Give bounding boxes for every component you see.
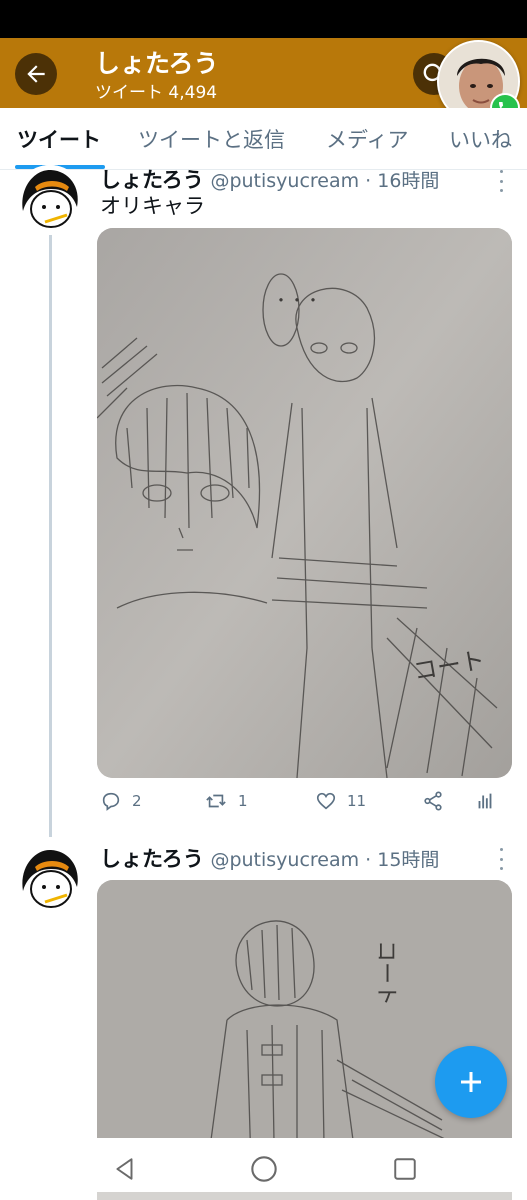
- status-bar: [0, 0, 527, 38]
- tweet-image[interactable]: ・・・ コート: [97, 228, 512, 778]
- back-button[interactable]: [15, 53, 57, 95]
- tab-tweets[interactable]: ツイート: [17, 124, 101, 154]
- nav-back-button[interactable]: [110, 1154, 140, 1184]
- tweet-count: ツイート 4,494: [95, 83, 218, 103]
- avatar[interactable]: [15, 845, 85, 915]
- sketch-dots-text: ・・・: [273, 291, 321, 310]
- more-options-icon[interactable]: [495, 170, 507, 192]
- tweet-actions: 2 1 11: [100, 790, 500, 820]
- profile-name: しょたろう: [95, 49, 219, 78]
- like-button[interactable]: 11: [315, 790, 366, 812]
- nav-recents-icon: [394, 1158, 416, 1180]
- tab-media[interactable]: メディア: [326, 124, 409, 154]
- arrow-left-icon: [27, 65, 45, 83]
- analytics-icon: [478, 793, 492, 809]
- share-icon: [424, 791, 442, 811]
- nav-home-button[interactable]: [249, 1154, 279, 1184]
- tweet-author-name[interactable]: しょたろう: [100, 847, 204, 871]
- reply-icon: [102, 792, 120, 811]
- profile-tabs: ツイート ツイートと返信 メディア いいね: [0, 108, 527, 170]
- tab-tweets-and-replies[interactable]: ツイートと返信: [138, 124, 285, 154]
- like-count: 11: [347, 792, 367, 810]
- nav-back-icon: [116, 1158, 133, 1180]
- retweet-button[interactable]: 1: [204, 790, 248, 812]
- tweet-text: オリキャラ: [100, 194, 205, 218]
- share-button[interactable]: [422, 790, 444, 812]
- retweet-icon: [206, 794, 226, 808]
- reply-button[interactable]: 2: [100, 790, 142, 812]
- plus-icon: [461, 1072, 481, 1092]
- tweet-header: しょたろう @putisyucream · 15時間: [100, 843, 439, 873]
- retweet-count: 1: [238, 792, 248, 810]
- system-nav-bar: [0, 1138, 527, 1200]
- image-peek-strip: [97, 1192, 512, 1200]
- tweet-handle-time: @putisyucream · 16時間: [210, 170, 440, 192]
- more-options-icon[interactable]: [495, 848, 507, 870]
- tab-likes[interactable]: いいね: [449, 124, 512, 154]
- avatar[interactable]: [15, 165, 85, 235]
- sketch-coat-text: コート: [373, 940, 398, 1006]
- compose-tweet-button[interactable]: [435, 1046, 507, 1118]
- nav-recents-button[interactable]: [390, 1154, 420, 1184]
- cartoon-avatar-icon: [15, 845, 85, 915]
- heart-icon: [316, 792, 336, 810]
- reply-count: 2: [132, 792, 142, 810]
- analytics-button[interactable]: [474, 790, 496, 812]
- cartoon-avatar-icon: [15, 165, 85, 235]
- tweet-handle-time: @putisyucream · 15時間: [210, 849, 440, 871]
- nav-home-icon: [251, 1156, 277, 1182]
- sketch-image: ・・・ コート: [97, 228, 512, 778]
- tweet-author-name[interactable]: しょたろう: [100, 168, 204, 192]
- thread-line: [49, 232, 52, 837]
